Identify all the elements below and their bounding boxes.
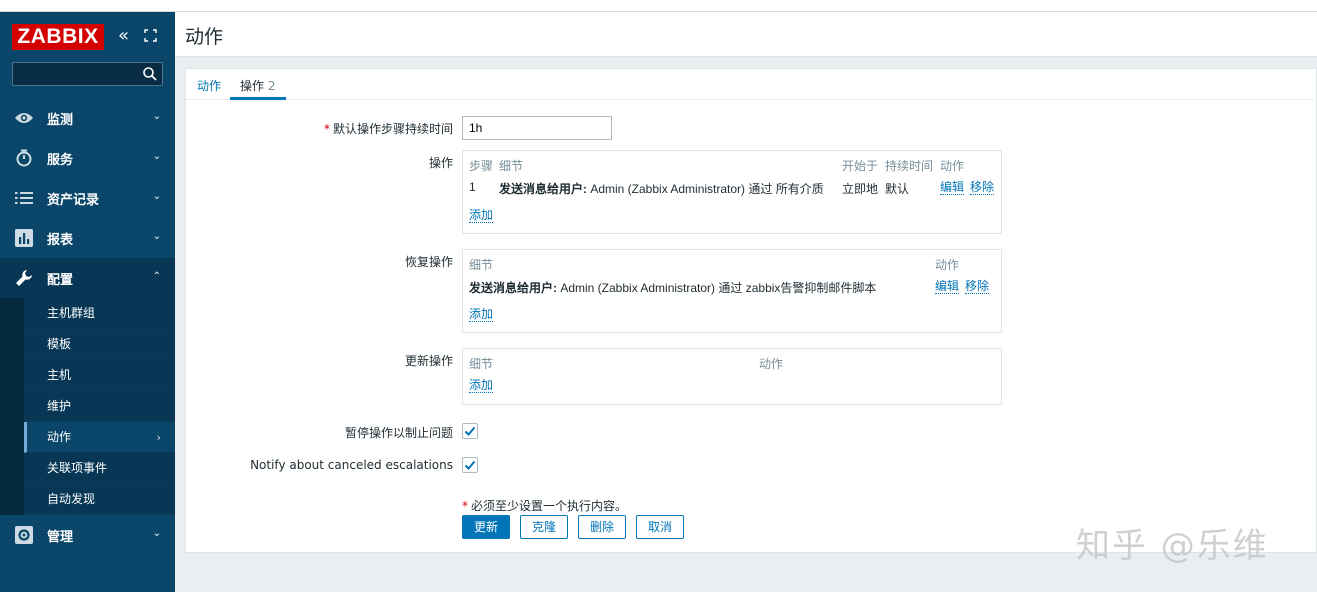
edit-operation-link[interactable]: 编辑: [940, 181, 965, 195]
cancel-button[interactable]: 取消: [636, 515, 684, 539]
submenu-event-correlation[interactable]: 关联项事件: [24, 453, 175, 484]
required-asterisk: *: [323, 122, 330, 136]
chevron-down-icon: ⌄: [152, 191, 161, 202]
form-labels: * 默认操作步骤持续时间 操作 恢复操作 更新操作 暂停操作以制止问题 Notif…: [186, 69, 453, 552]
add-update-link[interactable]: 添加: [469, 379, 494, 393]
submenu-hosts[interactable]: 主机: [24, 360, 175, 391]
main-menu: 监测 ⌄ 服务 ⌄ 资产记录 ⌄ 报表 ⌄ 配置 ⌃ 主机群组 模板 主机 维护…: [0, 98, 175, 555]
remove-recovery-link[interactable]: 移除: [965, 280, 990, 294]
logo-row: ZABBIX «: [12, 24, 172, 50]
submenu-actions[interactable]: 动作 ›: [24, 422, 175, 453]
menu-reports[interactable]: 报表 ⌄: [0, 218, 175, 258]
col-action: 动作: [935, 258, 960, 272]
watermark: 知乎 @乐维: [1076, 526, 1269, 566]
row-detail: 发送消息给用户: Admin (Zabbix Administrator) 通过…: [469, 281, 877, 295]
menu-label: 服务: [47, 152, 74, 168]
add-operation-link[interactable]: 添加: [469, 209, 494, 223]
col-start: 开始于: [842, 159, 879, 173]
clock-icon: [14, 148, 34, 168]
col-action: 动作: [940, 159, 965, 173]
menu-inventory[interactable]: 资产记录 ⌄: [0, 178, 175, 218]
checkmark-icon: [464, 460, 476, 470]
wrench-icon: [14, 268, 34, 288]
required-note: * 必须至少设置一个执行内容。: [462, 499, 628, 513]
kiosk-mode-icon[interactable]: [144, 29, 157, 42]
remove-operation-link[interactable]: 移除: [970, 181, 995, 195]
menu-monitoring[interactable]: 监测 ⌄: [0, 98, 175, 138]
bar-chart-icon: [14, 228, 34, 248]
submenu-label: 动作: [47, 430, 72, 444]
browser-bookmark-strip: [0, 0, 1317, 12]
page-header: 动作: [175, 12, 1317, 57]
menu-label: 报表: [47, 232, 74, 248]
duration-label: * 默认操作步骤持续时间: [323, 122, 453, 136]
chevron-up-icon: ⌃: [152, 271, 161, 282]
collapse-sidebar-icon[interactable]: «: [118, 26, 129, 46]
chevron-down-icon: ⌄: [152, 111, 161, 122]
page-title: 动作: [185, 26, 224, 48]
action-form-panel: 动作 操作 2 * 默认操作步骤持续时间 操作 恢复操作 更新操作 暂停操作以制止…: [185, 68, 1317, 553]
gear-icon: [14, 525, 34, 545]
recovery-operations-label: 恢复操作: [404, 255, 453, 269]
chevron-down-icon: ⌄: [152, 151, 161, 162]
zabbix-logo[interactable]: ZABBIX: [12, 24, 104, 50]
notify-checkbox[interactable]: [462, 457, 478, 473]
edit-recovery-link[interactable]: 编辑: [935, 280, 960, 294]
clone-button[interactable]: 克隆: [520, 515, 568, 539]
add-recovery-link[interactable]: 添加: [469, 308, 494, 322]
menu-administration[interactable]: 管理 ⌄: [0, 515, 175, 555]
menu-label: 管理: [47, 529, 74, 545]
required-asterisk: *: [462, 499, 468, 513]
menu-configuration[interactable]: 配置 ⌃: [0, 258, 175, 298]
recovery-operations-table: 细节 动作 发送消息给用户: Admin (Zabbix Administrat…: [462, 249, 1002, 333]
update-button[interactable]: 更新: [462, 515, 510, 539]
col-detail: 细节: [499, 159, 524, 173]
notify-label: Notify about canceled escalations: [250, 458, 453, 472]
checkmark-icon: [464, 426, 476, 436]
operations-label: 操作: [428, 156, 453, 170]
search-icon[interactable]: [142, 66, 158, 82]
pause-label: 暂停操作以制止问题: [344, 426, 453, 440]
row-start: 立即地: [842, 182, 879, 196]
col-action: 动作: [759, 357, 784, 371]
list-icon: [14, 188, 34, 208]
submenu-host-groups[interactable]: 主机群组: [24, 298, 175, 329]
sidebar: ZABBIX « 监测 ⌄ 服务 ⌄ 资产记录 ⌄ 报表 ⌄ 配置 ⌃ 主机群组…: [0, 12, 175, 592]
update-operations-table: 细节 动作 添加: [462, 348, 1002, 405]
row-step: 1: [469, 180, 476, 194]
menu-label: 监测: [47, 112, 74, 128]
operations-table: 步骤 细节 开始于 持续时间 动作 1 发送消息给用户: Admin (Zabb…: [462, 150, 1002, 234]
main-content: 动作 动作 操作 2 * 默认操作步骤持续时间 操作 恢复操作 更新操作 暂停操作…: [175, 12, 1317, 592]
col-detail: 细节: [469, 258, 494, 272]
eye-icon: [14, 108, 34, 128]
search-input[interactable]: [12, 62, 163, 86]
chevron-down-icon: ⌄: [152, 528, 161, 539]
menu-label: 配置: [47, 272, 74, 288]
submenu-maintenance[interactable]: 维护: [24, 391, 175, 422]
col-detail: 细节: [469, 357, 494, 371]
menu-services[interactable]: 服务 ⌄: [0, 138, 175, 178]
update-operations-label: 更新操作: [404, 354, 453, 368]
col-duration: 持续时间: [885, 159, 934, 173]
configuration-submenu: 主机群组 模板 主机 维护 动作 › 关联项事件 自动发现: [0, 298, 175, 515]
menu-label: 资产记录: [47, 192, 100, 208]
pause-checkbox[interactable]: [462, 423, 478, 439]
col-step: 步骤: [469, 159, 494, 173]
chevron-down-icon: ⌄: [152, 231, 161, 242]
delete-button[interactable]: 删除: [578, 515, 626, 539]
row-detail: 发送消息给用户: Admin (Zabbix Administrator) 通过…: [499, 182, 824, 196]
duration-input[interactable]: [462, 116, 612, 140]
chevron-right-icon: ›: [156, 431, 161, 444]
row-duration: 默认: [885, 182, 910, 196]
submenu-templates[interactable]: 模板: [24, 329, 175, 360]
submenu-discovery[interactable]: 自动发现: [24, 484, 175, 515]
